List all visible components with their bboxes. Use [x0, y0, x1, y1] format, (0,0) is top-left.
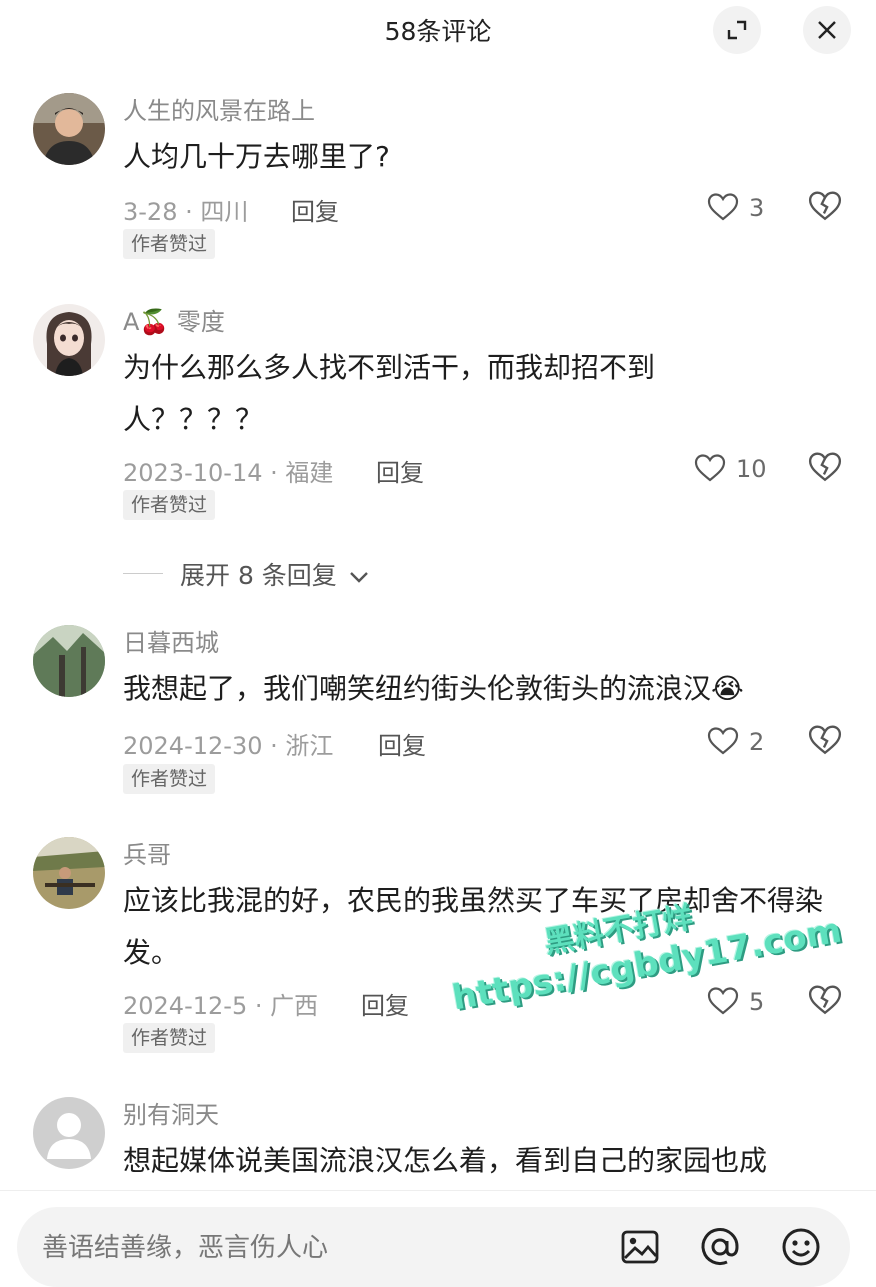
reply-button[interactable]: 回复: [361, 986, 409, 1021]
avatar[interactable]: [33, 304, 105, 376]
comment-input-bar[interactable]: 善语结善缘，恶言伤人心: [17, 1207, 850, 1287]
comment-meta: 2023-10-14 · 福建: [123, 459, 334, 487]
author-liked-badge: 作者赞过: [123, 490, 216, 520]
avatar[interactable]: [33, 93, 105, 165]
at-icon: [701, 1228, 739, 1265]
dislike-button[interactable]: [808, 190, 842, 224]
expand-replies-label: 展开 8 条回复: [180, 561, 337, 590]
like-count: 10: [736, 455, 767, 483]
like-count: 3: [749, 194, 765, 222]
comment-text: 人均几十万去哪里了?: [123, 140, 390, 173]
broken-heart-icon: [808, 452, 842, 482]
author-liked-badge: 作者赞过: [123, 764, 216, 794]
dislike-button[interactable]: [808, 724, 842, 758]
heart-icon: [707, 193, 739, 221]
input-divider: [0, 1190, 876, 1191]
comment-meta: 3-28 · 四川: [123, 198, 249, 226]
expand-icon: [727, 20, 747, 40]
comments-header: 58条评论: [0, 0, 876, 58]
avatar[interactable]: [33, 1097, 105, 1169]
image-button[interactable]: [619, 1226, 661, 1268]
expand-replies-button[interactable]: 展开 8 条回复: [180, 556, 369, 592]
like-count: 2: [749, 728, 765, 756]
close-button[interactable]: [803, 6, 851, 54]
broken-heart-icon: [808, 725, 842, 755]
emoji-button[interactable]: [780, 1226, 822, 1268]
comment-text: 我想起了，我们嘲笑纽约街头伦敦街头的流浪汉😭: [123, 672, 744, 705]
avatar[interactable]: [33, 837, 105, 909]
close-icon: [818, 21, 836, 39]
comment-username[interactable]: 日暮西城: [123, 623, 219, 658]
like-button[interactable]: 2: [707, 724, 807, 764]
image-icon: [621, 1230, 659, 1264]
expand-button[interactable]: [713, 6, 761, 54]
like-button[interactable]: 10: [694, 451, 794, 491]
like-button[interactable]: 3: [707, 190, 807, 230]
comment-meta: 2024-12-5 · 广西: [123, 992, 319, 1020]
reply-button[interactable]: 回复: [378, 726, 426, 761]
comment-username[interactable]: 别有洞天: [123, 1095, 219, 1130]
broken-heart-icon: [808, 191, 842, 221]
comment-username[interactable]: 人生的风景在路上: [123, 91, 315, 126]
expand-divider: [123, 573, 163, 574]
heart-icon: [694, 454, 726, 482]
heart-icon: [707, 727, 739, 755]
comment-text: 想起媒体说美国流浪汉怎么着，看到自己的家园也成: [123, 1144, 768, 1177]
comment-text: 为什么那么多人找不到活干，而我却招不到人？？？？: [123, 351, 656, 436]
mention-button[interactable]: [699, 1226, 741, 1268]
comment-input-placeholder[interactable]: 善语结善缘，恶言伤人心: [42, 1227, 328, 1264]
dislike-button[interactable]: [808, 451, 842, 485]
reply-button[interactable]: 回复: [291, 192, 339, 227]
emoji-icon: [782, 1228, 820, 1266]
comment-meta: 2024-12-30 · 浙江: [123, 732, 334, 760]
reply-button[interactable]: 回复: [376, 453, 424, 488]
comment-username[interactable]: A🍒 零度: [123, 302, 225, 337]
author-liked-badge: 作者赞过: [123, 229, 216, 259]
chevron-down-icon: [349, 572, 368, 583]
comment-username[interactable]: 兵哥: [123, 835, 171, 870]
author-liked-badge: 作者赞过: [123, 1023, 216, 1053]
avatar[interactable]: [33, 625, 105, 697]
